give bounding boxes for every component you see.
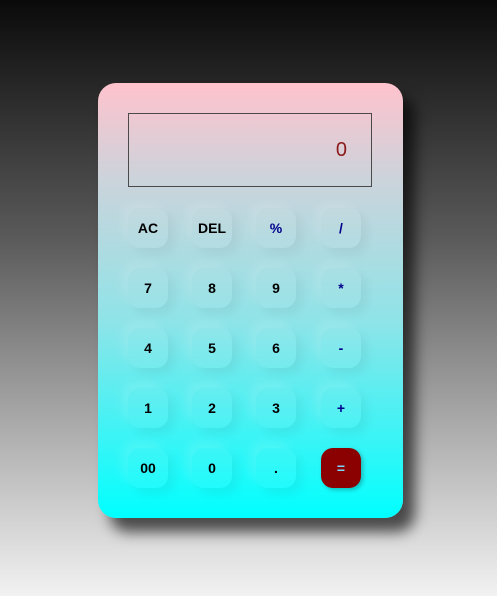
digit-7-button[interactable]: 7 [128,268,168,308]
percent-button[interactable]: % [256,208,296,248]
divide-button[interactable]: / [321,208,361,248]
delete-button[interactable]: DEL [192,208,232,248]
digit-0-button[interactable]: 0 [192,448,232,488]
calculator-display: 0 [128,113,372,187]
subtract-button[interactable]: - [321,328,361,368]
digit-4-button[interactable]: 4 [128,328,168,368]
multiply-button[interactable]: * [321,268,361,308]
display-value: 0 [335,138,347,161]
digit-3-button[interactable]: 3 [256,388,296,428]
digit-6-button[interactable]: 6 [256,328,296,368]
add-button[interactable]: + [321,388,361,428]
digit-8-button[interactable]: 8 [192,268,232,308]
digit-9-button[interactable]: 9 [256,268,296,308]
calculator: 0 AC DEL % / 7 8 9 * 4 5 6 - 1 2 3 + 00 … [98,83,403,518]
double-zero-button[interactable]: 00 [128,448,168,488]
digit-1-button[interactable]: 1 [128,388,168,428]
digit-5-button[interactable]: 5 [192,328,232,368]
clear-button[interactable]: AC [128,208,168,248]
equals-button[interactable]: = [321,448,361,488]
decimal-button[interactable]: . [256,448,296,488]
digit-2-button[interactable]: 2 [192,388,232,428]
